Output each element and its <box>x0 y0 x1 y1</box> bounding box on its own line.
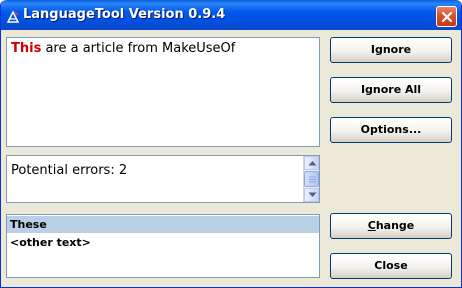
vertical-scrollbar[interactable] <box>303 156 319 202</box>
error-count-text: Potential errors: 2 <box>11 163 128 178</box>
error-highlight[interactable]: This <box>11 41 41 56</box>
suggestion-list[interactable]: These <other text> <box>6 214 320 278</box>
suggestion-item[interactable]: <other text> <box>7 234 319 251</box>
change-mnemonic: C <box>367 219 376 232</box>
scroll-down-button[interactable] <box>304 188 319 202</box>
close-icon <box>441 11 453 23</box>
ignore-all-button[interactable]: Ignore All <box>330 77 452 103</box>
close-button[interactable]: Close <box>330 253 452 279</box>
client-area: This are a article from MakeUseOf Potent… <box>1 30 461 287</box>
error-message-box[interactable]: Potential errors: 2 <box>6 155 320 203</box>
arrow-up-icon <box>308 161 317 166</box>
ignore-button[interactable]: Ignore <box>330 37 452 63</box>
editor-text: are a article from MakeUseOf <box>41 41 236 56</box>
app-window: LanguageTool Version 0.9.4 This are a ar… <box>0 0 462 288</box>
grip-icon <box>309 176 316 182</box>
close-window-button[interactable] <box>436 6 457 27</box>
options-button[interactable]: Options... <box>330 117 452 143</box>
title-bar[interactable]: LanguageTool Version 0.9.4 <box>1 0 461 30</box>
app-icon <box>6 9 20 23</box>
scroll-thumb[interactable] <box>304 171 319 187</box>
change-button[interactable]: Change <box>330 213 452 239</box>
checked-text-area[interactable]: This are a article from MakeUseOf <box>6 37 320 147</box>
scroll-up-button[interactable] <box>304 156 319 170</box>
arrow-down-icon <box>308 192 317 197</box>
change-label: hange <box>375 219 415 232</box>
window-title: LanguageTool Version 0.9.4 <box>23 7 226 22</box>
suggestion-item[interactable]: These <box>7 216 319 233</box>
